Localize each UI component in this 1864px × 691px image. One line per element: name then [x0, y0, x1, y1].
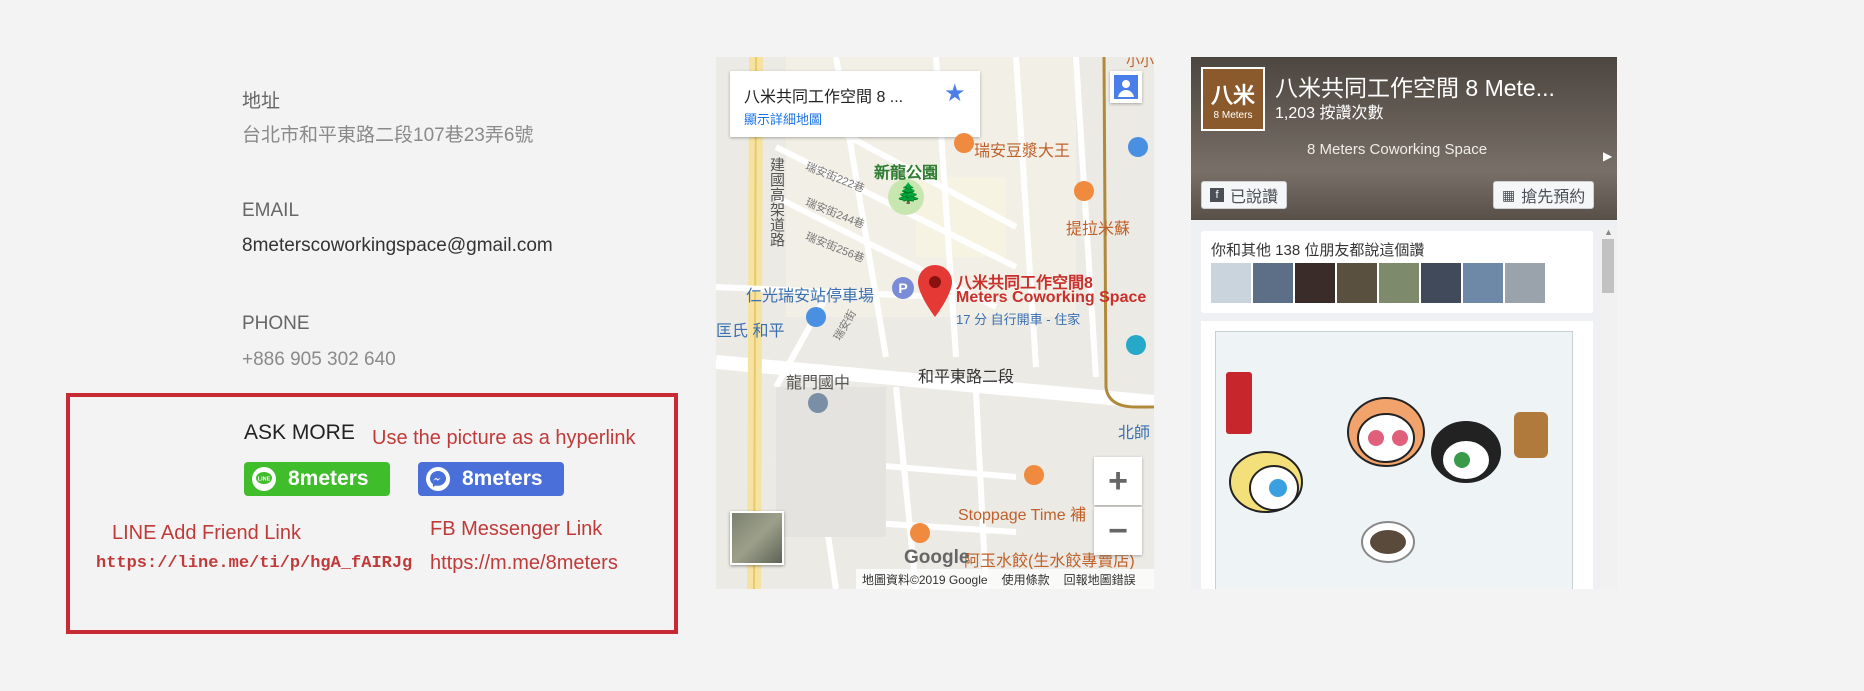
school-label: 龍門國中: [786, 375, 851, 392]
shop-bag-icon: [806, 307, 826, 327]
friend-avatar[interactable]: [1463, 263, 1503, 303]
museum-icon: [1126, 335, 1146, 355]
messenger-icon: [426, 467, 450, 491]
widget-scrollbar[interactable]: ▲: [1601, 227, 1615, 589]
ask-more-title: ASK MORE: [244, 421, 355, 444]
view-larger-map-link[interactable]: 顯示詳細地圖: [744, 109, 822, 128]
facebook-page-widget[interactable]: 八米 8 Meters 八米共同工作空間 8 Mete... 1,203 按讚次…: [1191, 57, 1617, 589]
phone-value: +886 905 302 640: [242, 349, 396, 370]
map-attribution-bar: 地圖資料©2019 Google 使用條款 回報地圖錯誤: [856, 569, 1154, 589]
messenger-button-label: 8meters: [462, 467, 543, 490]
phone-label: PHONE: [242, 313, 310, 334]
friend-avatar[interactable]: [1211, 263, 1251, 303]
parking-icon: P: [892, 277, 914, 299]
park-label: 新龍公園: [874, 165, 939, 182]
shop-label-1: 瑞安豆漿大王: [974, 143, 1071, 160]
line-note-url: https://line.me/ti/p/hgA_fAIRJg: [96, 554, 413, 573]
friend-avatar[interactable]: [1421, 263, 1461, 303]
friends-like-text: 你和其他 138 位朋友都說這個讚: [1211, 242, 1425, 259]
shop-bag-icon: [1128, 137, 1148, 157]
post-image[interactable]: [1201, 321, 1593, 589]
friend-avatar[interactable]: [1379, 263, 1419, 303]
hyperlink-hint: Use the picture as a hyperlink: [372, 427, 636, 449]
friend-avatar[interactable]: [1505, 263, 1545, 303]
logo-mark: 八米: [1210, 83, 1255, 109]
main-road-label: 和平東路二段: [918, 369, 1015, 386]
school-icon: [808, 393, 828, 413]
line-button-label: 8meters: [288, 467, 369, 490]
illustration-frame: [1215, 331, 1573, 589]
liked-button[interactable]: f 已說讚: [1201, 181, 1288, 209]
top-cut-label: 小小餐廳: [1126, 57, 1154, 69]
calendar-icon: ▦: [1502, 186, 1516, 203]
zoom-in-button[interactable]: +: [1094, 457, 1142, 505]
cafe-icon: [1024, 465, 1044, 485]
google-logo: Google: [904, 547, 970, 568]
messenger-button[interactable]: 8meters: [418, 462, 564, 496]
location-pin-icon[interactable]: [918, 265, 952, 317]
satellite-toggle[interactable]: [730, 511, 784, 565]
fb-note-title: FB Messenger Link: [430, 518, 603, 540]
email-value[interactable]: 8meterscoworkingspace@gmail.com: [242, 235, 553, 257]
scroll-up-icon[interactable]: ▲: [1604, 227, 1613, 237]
facebook-f-icon: f: [1210, 188, 1224, 202]
zoom-out-button[interactable]: −: [1094, 507, 1142, 555]
parking-label: 仁光瑞安站停車場: [746, 288, 875, 305]
left-cut-label: 匡氏 和平: [716, 323, 785, 340]
friends-like-box: 你和其他 138 位朋友都說這個讚: [1201, 231, 1593, 313]
book-now-label: 搶先預約: [1521, 189, 1586, 206]
friend-avatar[interactable]: [1337, 263, 1377, 303]
page-likes: 1,203 按讚次數: [1275, 105, 1384, 122]
sign-in-account-icon[interactable]: [1110, 71, 1142, 103]
cover-text: 8 Meters Coworking Space: [1307, 141, 1488, 158]
line-note-title: LINE Add Friend Link: [112, 522, 301, 544]
page-logo[interactable]: 八米 8 Meters: [1201, 67, 1265, 131]
fb-note-url: https://m.me/8meters: [430, 552, 618, 574]
svg-text:LINE: LINE: [258, 477, 271, 483]
embedded-map[interactable]: 八米共同工作空間 8 ... 顯示詳細地圖 ★ 新龍公園 🌲 仁光瑞安站停車場 …: [716, 57, 1154, 589]
terms-link[interactable]: 使用條款: [1002, 571, 1050, 588]
logo-text: 8 Meters: [1213, 109, 1253, 121]
place-card: 八米共同工作空間 8 ... 顯示詳細地圖 ★: [730, 71, 980, 137]
pin-subtitle: 17 分 自行開車 - 住家: [956, 312, 1081, 327]
food-icon: [954, 133, 974, 153]
friend-avatar[interactable]: [1295, 263, 1335, 303]
cover-arrow-icon[interactable]: ▶: [1603, 149, 1612, 163]
pin-name-line2: Meters Coworking Space: [956, 289, 1147, 306]
page-name[interactable]: 八米共同工作空間 8 Mete...: [1275, 69, 1555, 103]
report-error-link[interactable]: 回報地圖錯誤: [1064, 571, 1136, 588]
address-value: 台北市和平東路二段107巷23弄6號: [242, 125, 534, 146]
scrollbar-thumb[interactable]: [1602, 239, 1614, 293]
line-icon: LINE: [252, 467, 276, 491]
map-data-attribution: 地圖資料©2019 Google: [862, 572, 988, 587]
cover-photo: 八米 8 Meters 八米共同工作空間 8 Mete... 1,203 按讚次…: [1191, 57, 1617, 220]
place-title: 八米共同工作空間 8 ...: [744, 89, 904, 106]
liked-button-label: 已說讚: [1230, 189, 1279, 206]
save-star-icon[interactable]: ★: [944, 79, 966, 108]
shop-label-3: Stoppage Time 補: [958, 507, 1087, 524]
book-now-button[interactable]: ▦ 搶先預約: [1493, 181, 1595, 209]
line-add-friend-button[interactable]: LINE 8meters: [244, 462, 390, 496]
shop-label-2: 提拉米蘇: [1066, 221, 1131, 238]
food-icon: [1074, 181, 1094, 201]
food-icon: [910, 523, 930, 543]
highway-label: 建國高架道路: [768, 157, 785, 247]
park-tree-icon: 🌲: [896, 183, 921, 205]
right-cut-label: 北師: [1118, 425, 1151, 442]
email-label: EMAIL: [242, 200, 300, 221]
illustration-drawing: [1226, 372, 1548, 563]
friend-avatar[interactable]: [1253, 263, 1293, 303]
address-label: 地址: [242, 91, 281, 112]
